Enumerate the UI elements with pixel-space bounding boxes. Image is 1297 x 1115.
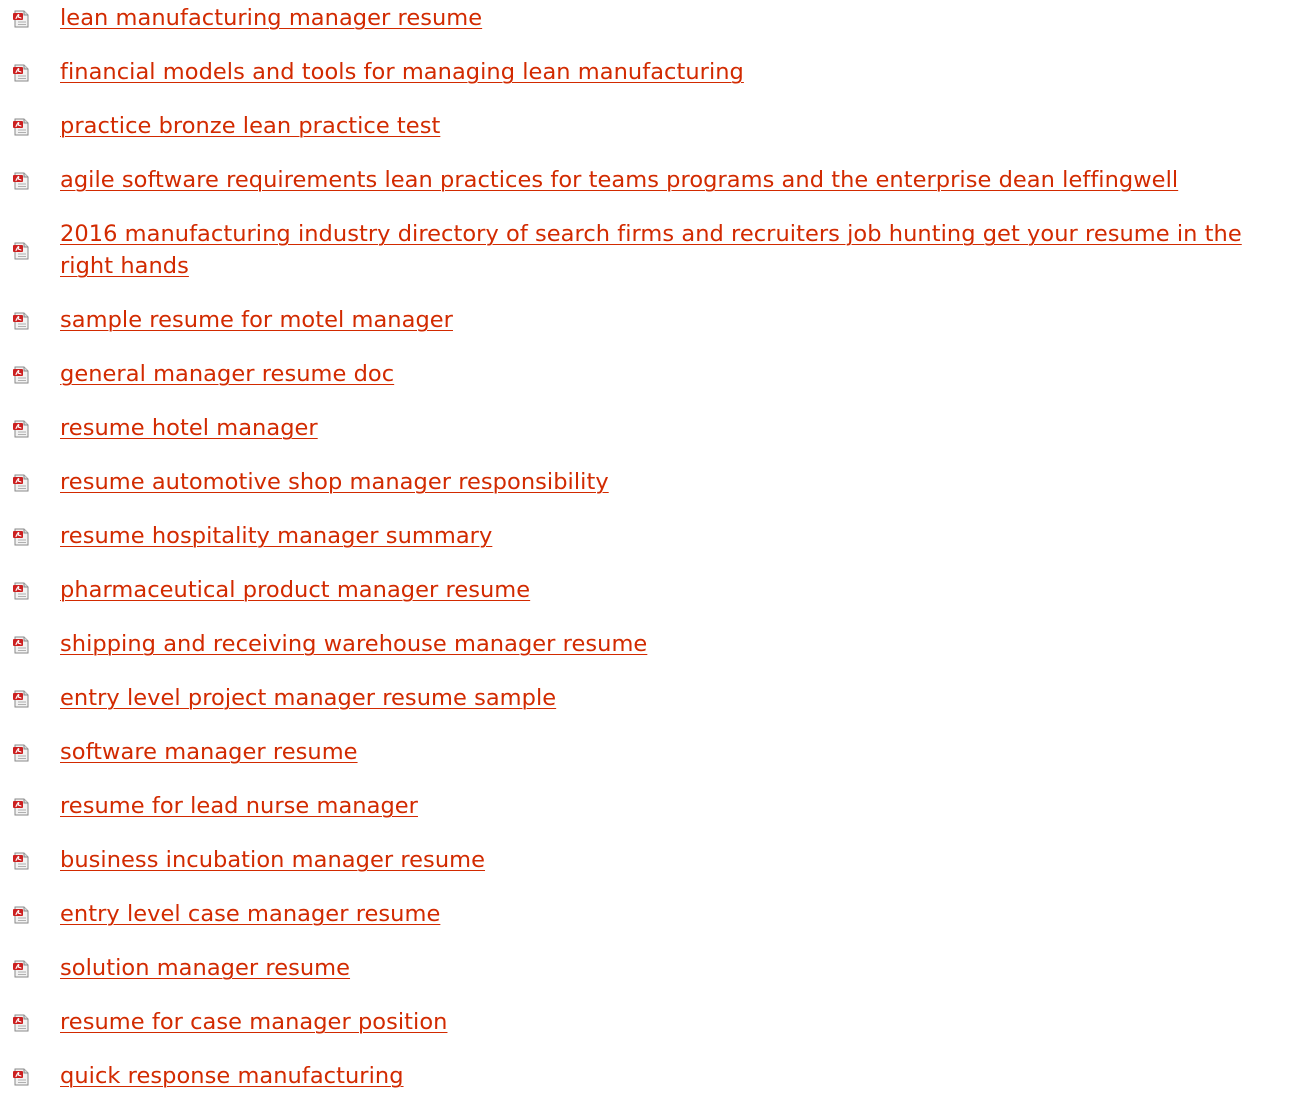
pdf-link[interactable]: financial models and tools for managing …	[60, 59, 744, 85]
list-item: entry level project manager resume sampl…	[0, 683, 1297, 715]
pdf-link[interactable]: 2016 manufacturing industry directory of…	[60, 221, 1242, 279]
list-item: shipping and receiving warehouse manager…	[0, 629, 1297, 661]
list-item: business incubation manager resume	[0, 845, 1297, 877]
pdf-file-icon	[12, 172, 30, 190]
pdf-link[interactable]: sample resume for motel manager	[60, 307, 453, 333]
list-item: resume hotel manager	[0, 413, 1297, 445]
list-item: solution manager resume	[0, 953, 1297, 985]
pdf-file-icon	[12, 10, 30, 28]
pdf-file-icon	[12, 636, 30, 654]
pdf-link[interactable]: general manager resume doc	[60, 361, 394, 387]
pdf-link[interactable]: practice bronze lean practice test	[60, 113, 440, 139]
pdf-link[interactable]: shipping and receiving warehouse manager…	[60, 631, 647, 657]
list-item: agile software requirements lean practic…	[0, 165, 1297, 197]
pdf-file-icon	[12, 1068, 30, 1086]
pdf-file-icon	[12, 474, 30, 492]
pdf-file-icon	[12, 242, 30, 260]
list-item: resume automotive shop manager responsib…	[0, 467, 1297, 499]
pdf-link[interactable]: lean manufacturing manager resume	[60, 5, 482, 31]
pdf-file-icon	[12, 528, 30, 546]
list-item: financial models and tools for managing …	[0, 57, 1297, 89]
pdf-file-icon	[12, 744, 30, 762]
pdf-link[interactable]: resume for case manager position	[60, 1009, 447, 1035]
pdf-file-icon	[12, 420, 30, 438]
list-item: 2016 manufacturing industry directory of…	[0, 219, 1297, 283]
list-item: entry level case manager resume	[0, 899, 1297, 931]
pdf-link[interactable]: entry level case manager resume	[60, 901, 440, 927]
pdf-file-icon	[12, 906, 30, 924]
pdf-link[interactable]: business incubation manager resume	[60, 847, 485, 873]
list-item: pharmaceutical product manager resume	[0, 575, 1297, 607]
pdf-file-icon	[12, 582, 30, 600]
list-item: practice bronze lean practice test	[0, 111, 1297, 143]
list-item: general manager resume doc	[0, 359, 1297, 391]
pdf-link-list: lean manufacturing manager resume financ…	[0, 3, 1297, 1115]
pdf-file-icon	[12, 798, 30, 816]
pdf-file-icon	[12, 690, 30, 708]
pdf-link[interactable]: quick response manufacturing	[60, 1063, 404, 1089]
pdf-file-icon	[12, 118, 30, 136]
pdf-file-icon	[12, 1014, 30, 1032]
pdf-link[interactable]: solution manager resume	[60, 955, 350, 981]
list-item: resume hospitality manager summary	[0, 521, 1297, 553]
pdf-link[interactable]: entry level project manager resume sampl…	[60, 685, 556, 711]
pdf-file-icon	[12, 64, 30, 82]
list-item: sample resume for motel manager	[0, 305, 1297, 337]
pdf-file-icon	[12, 852, 30, 870]
pdf-link[interactable]: resume hospitality manager summary	[60, 523, 492, 549]
pdf-file-icon	[12, 312, 30, 330]
list-item: software manager resume	[0, 737, 1297, 769]
pdf-file-icon	[12, 960, 30, 978]
pdf-file-icon	[12, 366, 30, 384]
list-item: resume for case manager position	[0, 1007, 1297, 1039]
pdf-link[interactable]: resume for lead nurse manager	[60, 793, 418, 819]
pdf-link[interactable]: resume hotel manager	[60, 415, 318, 441]
pdf-link[interactable]: resume automotive shop manager responsib…	[60, 469, 609, 495]
list-item: quick response manufacturing	[0, 1061, 1297, 1093]
pdf-link[interactable]: pharmaceutical product manager resume	[60, 577, 530, 603]
list-item: resume for lead nurse manager	[0, 791, 1297, 823]
pdf-link[interactable]: agile software requirements lean practic…	[60, 167, 1178, 193]
pdf-link[interactable]: software manager resume	[60, 739, 358, 765]
list-item: lean manufacturing manager resume	[0, 3, 1297, 35]
